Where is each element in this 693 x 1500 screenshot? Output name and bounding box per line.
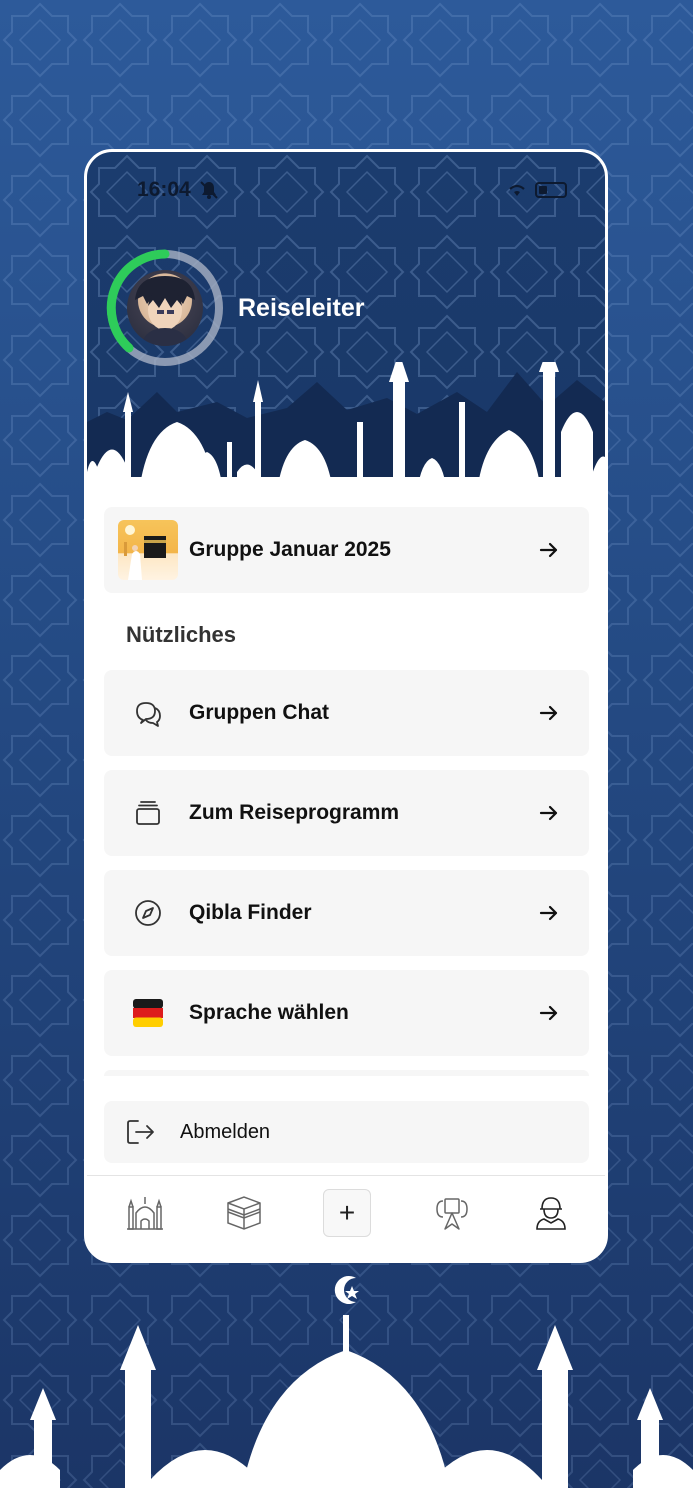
- battery-icon: [535, 182, 567, 198]
- menu-item-qibla-finder[interactable]: Qibla Finder: [104, 870, 589, 956]
- chat-icon: [118, 683, 178, 743]
- header-skyline: [87, 362, 605, 492]
- bell-muted-icon: [200, 181, 218, 199]
- compass-icon: [118, 883, 178, 943]
- group-label: Gruppe Januar 2025: [189, 538, 391, 561]
- mosque-icon: [127, 1197, 163, 1230]
- kaaba-icon: [227, 1196, 261, 1230]
- menu-item-language[interactable]: Sprache wählen: [104, 970, 589, 1056]
- background-skyline: [0, 1276, 693, 1500]
- arrow-right-icon: [537, 901, 561, 925]
- tab-kaaba[interactable]: [224, 1192, 264, 1232]
- tab-guide-map[interactable]: [432, 1192, 472, 1232]
- german-flag-icon: [118, 983, 178, 1043]
- logout-button[interactable]: Abmelden: [104, 1101, 589, 1163]
- logout-label: Abmelden: [180, 1120, 271, 1143]
- stack-icon: [118, 783, 178, 843]
- logout-icon: [126, 1118, 156, 1146]
- arrow-right-icon: [537, 801, 561, 825]
- menu-item-label: Zum Reiseprogramm: [189, 801, 400, 824]
- tab-profile[interactable]: [531, 1192, 571, 1232]
- tab-bar: +: [87, 1175, 605, 1260]
- profile-header: 16:04 Reiseleiter: [87, 152, 605, 492]
- menu-item-partial: [104, 1070, 589, 1076]
- menu-item-group-chat[interactable]: Gruppen Chat: [104, 670, 589, 756]
- wifi-icon: [509, 184, 525, 196]
- plus-icon: +: [338, 1197, 356, 1228]
- map-guide-icon: [436, 1198, 468, 1230]
- phone-frame: 16:04 Reiseleiter Gruppe Januar 2025 Nüt…: [84, 149, 608, 1263]
- status-time: 16:04: [137, 178, 191, 201]
- avatar[interactable]: [127, 270, 203, 346]
- section-title: Nützliches: [126, 622, 237, 647]
- status-bar: 16:04: [137, 178, 567, 202]
- arrow-right-icon: [537, 701, 561, 725]
- menu-item-travel-program[interactable]: Zum Reiseprogramm: [104, 770, 589, 856]
- arrow-right-icon: [537, 1001, 561, 1025]
- menu-item-label: Gruppen Chat: [189, 701, 329, 724]
- profile-name: Reiseleiter: [238, 294, 365, 322]
- add-button[interactable]: +: [323, 1189, 371, 1237]
- group-card[interactable]: Gruppe Januar 2025: [104, 507, 589, 593]
- arrow-right-icon: [537, 538, 561, 562]
- tab-mosque[interactable]: [125, 1192, 165, 1232]
- menu-item-label: Qibla Finder: [189, 901, 312, 924]
- avatar-progress: [103, 246, 227, 370]
- menu-item-label: Sprache wählen: [189, 1001, 349, 1024]
- profile-icon: [536, 1197, 566, 1230]
- group-thumbnail: [118, 520, 178, 580]
